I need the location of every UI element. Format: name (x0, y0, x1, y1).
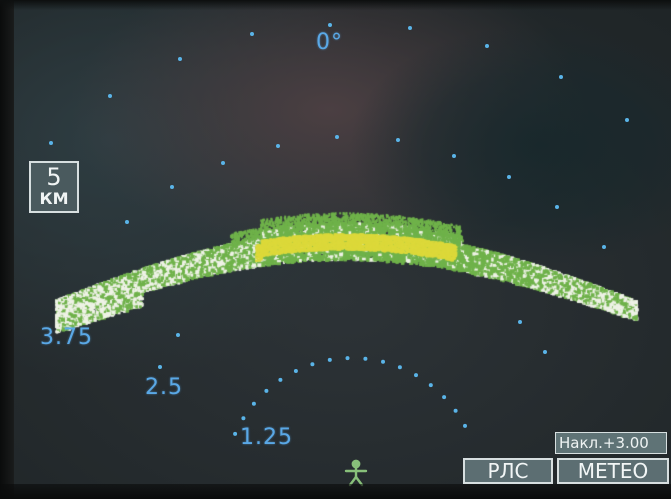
range-marker-dot (250, 32, 254, 36)
range-ring-dot (428, 383, 433, 388)
range-ring-dot (381, 359, 385, 364)
range-ring-dot (264, 388, 269, 393)
radar-display: 0° 3.75 2.5 1.25 5 КМ Накл.+3.00 РЛС MET… (0, 0, 671, 499)
range-marker-dot (328, 23, 332, 27)
range-marker-dot (158, 365, 162, 369)
radar-mode-button[interactable]: РЛС (463, 458, 553, 484)
range-marker-dot (543, 350, 547, 354)
meteo-mode-button[interactable]: METEO (557, 458, 669, 484)
range-ring-dot (233, 431, 238, 436)
range-marker-dot (176, 333, 180, 337)
range-ring-label-1-25: 1.25 (240, 425, 293, 450)
range-ring-dot (241, 416, 246, 421)
range-marker-dot (452, 154, 456, 158)
range-marker-dot (485, 44, 489, 48)
range-scale-box[interactable]: 5 КМ (29, 161, 79, 213)
monitor-bezel-left (0, 0, 14, 499)
range-marker-dot (396, 138, 400, 142)
range-marker-dot (276, 144, 280, 148)
range-scale-value: 5 (46, 163, 62, 191)
range-marker-dot (555, 205, 559, 209)
heading-label: 0° (316, 30, 343, 55)
range-ring-dot (414, 373, 418, 378)
monitor-bezel-bottom (0, 484, 671, 499)
range-marker-dot (178, 57, 182, 61)
range-ring-dot (293, 369, 298, 373)
range-marker-dot (408, 26, 412, 30)
range-ring-dot (310, 362, 315, 367)
range-marker-dot (125, 220, 129, 224)
range-marker-dot (108, 94, 112, 98)
range-dot-grid (49, 23, 629, 436)
range-ring-dot (463, 423, 467, 428)
range-marker-dot (518, 320, 522, 324)
range-ring-dot (251, 401, 256, 406)
range-ring-dot (345, 356, 350, 361)
range-marker-dot (49, 141, 53, 145)
range-marker-dot (507, 175, 511, 179)
range-ring-dot (453, 408, 458, 413)
range-ring-dot (363, 356, 368, 361)
range-marker-dot (602, 245, 606, 249)
range-ring-dot (278, 377, 283, 382)
range-scale-unit: КМ (39, 189, 69, 208)
range-marker-dot (221, 161, 225, 165)
range-ring-dot (442, 395, 447, 400)
range-marker-dot (170, 185, 174, 189)
tilt-readout[interactable]: Накл.+3.00 (555, 432, 667, 454)
range-ring-dot (327, 357, 332, 362)
range-ring-label-3-75: 3.75 (40, 325, 93, 350)
range-ring-dot (397, 365, 402, 370)
range-marker-dot (335, 135, 339, 139)
range-marker-dot (625, 118, 629, 122)
range-ring-label-2-5: 2.5 (145, 375, 183, 400)
range-marker-dot (559, 75, 563, 79)
monitor-bezel-top (0, 0, 671, 10)
